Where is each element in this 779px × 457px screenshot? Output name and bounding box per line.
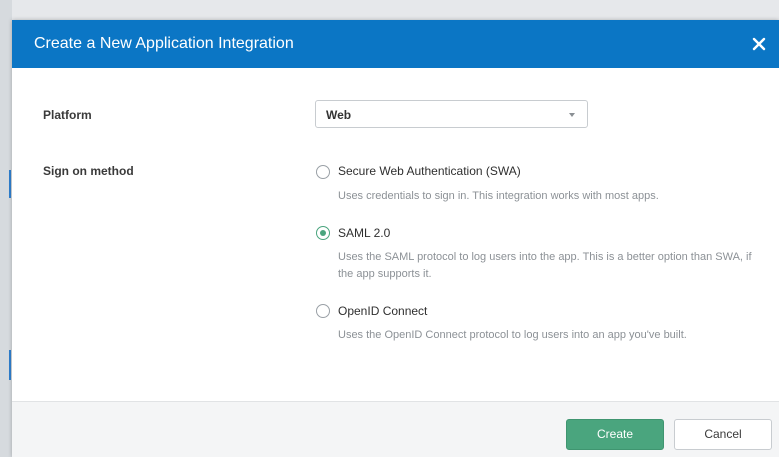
radio-swa[interactable] — [316, 165, 330, 179]
dialog-footer: Create Cancel — [12, 401, 779, 457]
dialog-title: Create a New Application Integration — [34, 35, 294, 52]
option-swa-description: Uses credentials to sign in. This integr… — [338, 190, 659, 202]
create-button[interactable]: Create — [566, 419, 664, 450]
platform-label: Platform — [43, 108, 92, 122]
backdrop-accent-mark — [9, 170, 11, 198]
close-button[interactable] — [747, 32, 771, 56]
cancel-button[interactable]: Cancel — [674, 419, 772, 450]
option-openid-connect-description: Uses the OpenID Connect protocol to log … — [338, 329, 687, 341]
close-icon — [752, 37, 766, 51]
backdrop-left-strip — [0, 0, 12, 457]
platform-select[interactable]: Web — [315, 100, 588, 128]
chevron-down-icon — [569, 113, 575, 117]
option-saml-label[interactable]: SAML 2.0 — [338, 226, 390, 240]
sign-on-method-label: Sign on method — [43, 164, 134, 178]
radio-openid-connect[interactable] — [316, 304, 330, 318]
platform-select-value: Web — [326, 108, 352, 122]
option-openid-connect-label[interactable]: OpenID Connect — [338, 304, 427, 318]
option-saml-description: Uses the SAML protocol to log users into… — [338, 251, 752, 280]
radio-saml[interactable] — [316, 226, 330, 240]
create-app-integration-dialog: Create a New Application Integration Pla… — [12, 20, 779, 457]
backdrop-accent-mark — [9, 350, 11, 380]
dialog-header: Create a New Application Integration — [12, 20, 779, 68]
option-swa-label[interactable]: Secure Web Authentication (SWA) — [338, 164, 521, 178]
